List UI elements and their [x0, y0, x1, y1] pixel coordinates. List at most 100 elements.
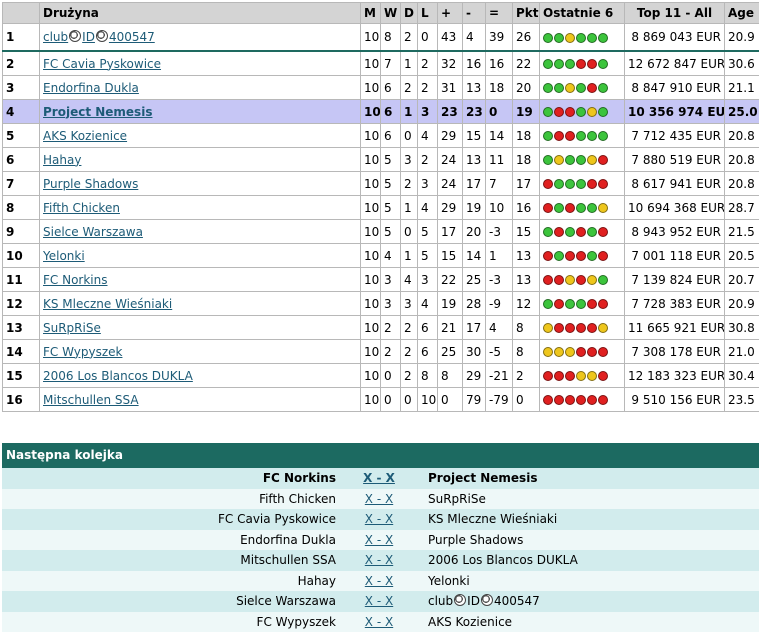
form-result-r-icon	[543, 371, 553, 381]
next-round-list: FC NorkinsX - XProject NemesisFifth Chic…	[2, 468, 759, 632]
matches-cell: 10	[361, 364, 381, 388]
goal-diff-cell: -79	[486, 388, 513, 412]
form-result-r-icon	[598, 251, 608, 261]
team-link[interactable]: KS Mleczne Wieśniaki	[43, 297, 172, 311]
position-cell: 3	[3, 76, 40, 100]
col-header-matches[interactable]: M	[361, 3, 381, 24]
team-link[interactable]: Purple Shadows	[43, 177, 138, 191]
draws-cell: 3	[401, 148, 418, 172]
age-cell: 20.9	[725, 24, 759, 52]
col-header-last-six: Ostatnie 6	[540, 3, 625, 24]
team-link[interactable]: 2006 Los Blancos DUKLA	[43, 369, 193, 383]
position-cell: 10	[3, 244, 40, 268]
top-eleven-value-cell: 12 183 323 EUR	[625, 364, 725, 388]
col-header-goals-against[interactable]: -	[463, 3, 486, 24]
team-link[interactable]: FC Cavia Pyskowice	[43, 57, 161, 71]
losses-cell: 5	[418, 220, 438, 244]
fixture-score-link[interactable]: X - X	[365, 492, 393, 506]
table-row: 2FC Cavia Pyskowice107123216162212 672 8…	[3, 51, 759, 76]
fixture-home-team: Endorfina Dukla	[2, 530, 336, 551]
fixture-home-team: FC Cavia Pyskowice	[2, 509, 336, 530]
matches-cell: 10	[361, 24, 381, 52]
position-cell: 12	[3, 292, 40, 316]
form-result-g-icon	[587, 251, 597, 261]
team-link[interactable]: Project Nemesis	[43, 105, 152, 119]
top-eleven-value-cell: 12 672 847 EUR	[625, 51, 725, 76]
team-link[interactable]: Sielce Warszawa	[43, 225, 143, 239]
team-cell: Mitschullen SSA	[40, 388, 361, 412]
goals-against-cell: 13	[463, 76, 486, 100]
col-header-top-eleven[interactable]: Top 11 - All	[625, 3, 725, 24]
age-cell: 25.0	[725, 100, 759, 124]
team-name-part: club	[428, 594, 453, 608]
table-row: 7Purple Shadows1052324177178 617 941 EUR…	[3, 172, 759, 196]
position-cell: 7	[3, 172, 40, 196]
form-result-y-icon	[565, 83, 575, 93]
position-cell: 2	[3, 51, 40, 76]
col-header-goals-for[interactable]: +	[438, 3, 463, 24]
col-header-position	[3, 3, 40, 24]
losses-cell: 3	[418, 100, 438, 124]
form-result-r-icon	[587, 59, 597, 69]
wins-cell: 0	[381, 388, 401, 412]
last-six-cell	[540, 268, 625, 292]
wins-cell: 3	[381, 292, 401, 316]
age-cell: 23.5	[725, 388, 759, 412]
table-row: 9Sielce Warszawa105051720-3158 943 952 E…	[3, 220, 759, 244]
form-result-y-icon	[587, 371, 597, 381]
fixture-score-link[interactable]: X - X	[363, 471, 395, 485]
draws-cell: 0	[401, 388, 418, 412]
fixture-score-link[interactable]: X - X	[365, 615, 393, 629]
col-header-draws[interactable]: D	[401, 3, 418, 24]
matches-cell: 10	[361, 220, 381, 244]
form-result-g-icon	[587, 33, 597, 43]
league-page: Drużyna M W D L + - = Pkt Ostatnie 6 Top…	[0, 0, 759, 631]
wins-cell: 5	[381, 172, 401, 196]
form-result-g-icon	[598, 33, 608, 43]
team-link[interactable]: Fifth Chicken	[43, 201, 120, 215]
team-link[interactable]: Yelonki	[43, 249, 85, 263]
goal-diff-cell: 10	[486, 196, 513, 220]
form-result-r-icon	[598, 155, 608, 165]
team-link[interactable]: FC Wypyszek	[43, 345, 122, 359]
fixture-score-link[interactable]: X - X	[365, 512, 393, 526]
col-header-points[interactable]: Pkt	[513, 3, 540, 24]
draws-cell: 0	[401, 220, 418, 244]
fixture-row: Mitschullen SSAX - X2006 Los Blancos DUK…	[2, 550, 759, 571]
team-link[interactable]: clubID400547	[43, 30, 155, 44]
col-header-goal-diff[interactable]: =	[486, 3, 513, 24]
fixture-score-link[interactable]: X - X	[365, 553, 393, 567]
team-link[interactable]: Endorfina Dukla	[43, 81, 139, 95]
losses-cell: 4	[418, 292, 438, 316]
team-link[interactable]: Hahay	[43, 153, 81, 167]
form-result-y-icon	[565, 275, 575, 285]
team-link[interactable]: SuRpRiSe	[43, 321, 101, 335]
goals-against-cell: 4	[463, 24, 486, 52]
last-six-cell	[540, 51, 625, 76]
col-header-losses[interactable]: L	[418, 3, 438, 24]
goal-diff-cell: 18	[486, 76, 513, 100]
table-row: 12KS Mleczne Wieśniaki103341928-9127 728…	[3, 292, 759, 316]
col-header-wins[interactable]: W	[381, 3, 401, 24]
fixture-score-link[interactable]: X - X	[365, 533, 393, 547]
form-result-r-icon	[598, 347, 608, 357]
form-result-g-icon	[576, 155, 586, 165]
form-result-r-icon	[554, 371, 564, 381]
form-result-g-icon	[554, 59, 564, 69]
matches-cell: 10	[361, 148, 381, 172]
fixture-score-link[interactable]: X - X	[365, 574, 393, 588]
team-link[interactable]: AKS Kozienice	[43, 129, 127, 143]
top-eleven-value-cell: 9 510 156 EUR	[625, 388, 725, 412]
col-header-team[interactable]: Drużyna	[40, 3, 361, 24]
position-cell: 4	[3, 100, 40, 124]
goals-against-cell: 16	[463, 51, 486, 76]
goals-against-cell: 28	[463, 292, 486, 316]
points-cell: 2	[513, 364, 540, 388]
goal-diff-cell: -3	[486, 220, 513, 244]
col-header-age[interactable]: Age	[725, 3, 759, 24]
team-link[interactable]: Mitschullen SSA	[43, 393, 139, 407]
fixture-score-link[interactable]: X - X	[365, 594, 393, 608]
form-result-g-icon	[543, 227, 553, 237]
wins-cell: 2	[381, 340, 401, 364]
team-link[interactable]: FC Norkins	[43, 273, 108, 287]
